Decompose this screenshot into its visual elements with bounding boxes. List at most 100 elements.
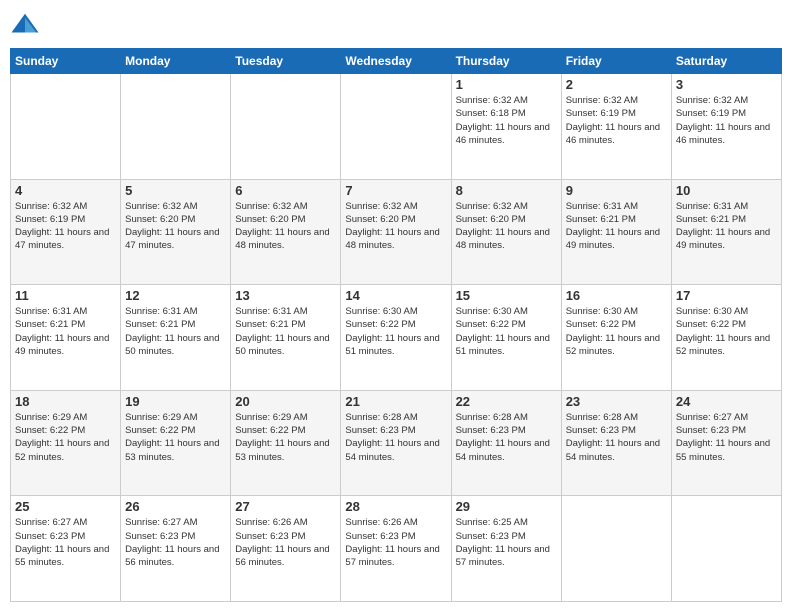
day-number: 3	[676, 77, 777, 92]
calendar-body: 1Sunrise: 6:32 AMSunset: 6:18 PMDaylight…	[11, 74, 782, 602]
day-cell: 12 Sunrise: 6:31 AMSunset: 6:21 PMDayligh…	[121, 285, 231, 391]
day-cell: 25 Sunrise: 6:27 AMSunset: 6:23 PMDayligh…	[11, 496, 121, 602]
day-info: Sunrise: 6:32 AMSunset: 6:19 PMDaylight:…	[566, 94, 667, 147]
day-cell	[561, 496, 671, 602]
day-number: 15	[456, 288, 557, 303]
day-cell: 8 Sunrise: 6:32 AMSunset: 6:20 PMDaylight…	[451, 179, 561, 285]
day-info: Sunrise: 6:30 AMSunset: 6:22 PMDaylight:…	[566, 305, 667, 358]
day-number: 5	[125, 183, 226, 198]
day-info: Sunrise: 6:31 AMSunset: 6:21 PMDaylight:…	[235, 305, 336, 358]
logo-icon	[10, 10, 40, 40]
day-cell: 23 Sunrise: 6:28 AMSunset: 6:23 PMDayligh…	[561, 390, 671, 496]
day-cell	[341, 74, 451, 180]
day-cell: 29 Sunrise: 6:25 AMSunset: 6:23 PMDayligh…	[451, 496, 561, 602]
header-day-saturday: Saturday	[671, 49, 781, 74]
day-number: 13	[235, 288, 336, 303]
week-row-0: 1Sunrise: 6:32 AMSunset: 6:18 PMDaylight…	[11, 74, 782, 180]
header	[10, 10, 782, 40]
calendar-header: SundayMondayTuesdayWednesdayThursdayFrid…	[11, 49, 782, 74]
day-cell: 7 Sunrise: 6:32 AMSunset: 6:20 PMDaylight…	[341, 179, 451, 285]
day-number: 12	[125, 288, 226, 303]
day-cell: 14Sunrise: 6:30 AMSunset: 6:22 PMDayligh…	[341, 285, 451, 391]
day-info: Sunrise: 6:27 AMSunset: 6:23 PMDaylight:…	[125, 516, 226, 569]
day-number: 10	[676, 183, 777, 198]
header-day-wednesday: Wednesday	[341, 49, 451, 74]
day-number: 26	[125, 499, 226, 514]
day-cell	[121, 74, 231, 180]
day-info: Sunrise: 6:30 AMSunset: 6:22 PMDaylight:…	[345, 305, 446, 358]
day-number: 11	[15, 288, 116, 303]
day-number: 17	[676, 288, 777, 303]
day-info: Sunrise: 6:27 AMSunset: 6:23 PMDaylight:…	[676, 411, 777, 464]
day-number: 25	[15, 499, 116, 514]
week-row-4: 25 Sunrise: 6:27 AMSunset: 6:23 PMDayligh…	[11, 496, 782, 602]
day-number: 9	[566, 183, 667, 198]
day-info: Sunrise: 6:31 AMSunset: 6:21 PMDaylight:…	[15, 305, 116, 358]
day-cell: 1Sunrise: 6:32 AMSunset: 6:18 PMDaylight…	[451, 74, 561, 180]
header-day-thursday: Thursday	[451, 49, 561, 74]
day-info: Sunrise: 6:30 AMSunset: 6:22 PMDaylight:…	[676, 305, 777, 358]
day-number: 16	[566, 288, 667, 303]
day-cell: 27 Sunrise: 6:26 AMSunset: 6:23 PMDayligh…	[231, 496, 341, 602]
day-number: 2	[566, 77, 667, 92]
day-number: 8	[456, 183, 557, 198]
day-info: Sunrise: 6:26 AMSunset: 6:23 PMDaylight:…	[235, 516, 336, 569]
week-row-2: 11 Sunrise: 6:31 AMSunset: 6:21 PMDayligh…	[11, 285, 782, 391]
header-day-monday: Monday	[121, 49, 231, 74]
day-cell: 5 Sunrise: 6:32 AMSunset: 6:20 PMDaylight…	[121, 179, 231, 285]
day-cell	[671, 496, 781, 602]
day-info: Sunrise: 6:29 AMSunset: 6:22 PMDaylight:…	[15, 411, 116, 464]
header-day-tuesday: Tuesday	[231, 49, 341, 74]
day-info: Sunrise: 6:27 AMSunset: 6:23 PMDaylight:…	[15, 516, 116, 569]
day-cell: 4Sunrise: 6:32 AMSunset: 6:19 PMDaylight…	[11, 179, 121, 285]
day-number: 29	[456, 499, 557, 514]
day-cell: 21 Sunrise: 6:28 AMSunset: 6:23 PMDayligh…	[341, 390, 451, 496]
day-info: Sunrise: 6:28 AMSunset: 6:23 PMDaylight:…	[345, 411, 446, 464]
day-info: Sunrise: 6:31 AMSunset: 6:21 PMDaylight:…	[566, 200, 667, 253]
day-number: 22	[456, 394, 557, 409]
day-cell: 24 Sunrise: 6:27 AMSunset: 6:23 PMDayligh…	[671, 390, 781, 496]
header-row: SundayMondayTuesdayWednesdayThursdayFrid…	[11, 49, 782, 74]
day-cell: 17 Sunrise: 6:30 AMSunset: 6:22 PMDayligh…	[671, 285, 781, 391]
day-cell: 13 Sunrise: 6:31 AMSunset: 6:21 PMDayligh…	[231, 285, 341, 391]
day-number: 20	[235, 394, 336, 409]
day-number: 4	[15, 183, 116, 198]
header-day-sunday: Sunday	[11, 49, 121, 74]
day-cell	[11, 74, 121, 180]
page: SundayMondayTuesdayWednesdayThursdayFrid…	[0, 0, 792, 612]
day-cell: 3 Sunrise: 6:32 AMSunset: 6:19 PMDaylight…	[671, 74, 781, 180]
day-cell: 22 Sunrise: 6:28 AMSunset: 6:23 PMDayligh…	[451, 390, 561, 496]
day-number: 27	[235, 499, 336, 514]
day-cell: 11 Sunrise: 6:31 AMSunset: 6:21 PMDayligh…	[11, 285, 121, 391]
day-number: 24	[676, 394, 777, 409]
day-info: Sunrise: 6:29 AMSunset: 6:22 PMDaylight:…	[235, 411, 336, 464]
day-info: Sunrise: 6:32 AMSunset: 6:20 PMDaylight:…	[345, 200, 446, 253]
day-info: Sunrise: 6:30 AMSunset: 6:22 PMDaylight:…	[456, 305, 557, 358]
day-info: Sunrise: 6:28 AMSunset: 6:23 PMDaylight:…	[566, 411, 667, 464]
day-cell: 9 Sunrise: 6:31 AMSunset: 6:21 PMDaylight…	[561, 179, 671, 285]
day-cell: 18Sunrise: 6:29 AMSunset: 6:22 PMDayligh…	[11, 390, 121, 496]
header-day-friday: Friday	[561, 49, 671, 74]
day-info: Sunrise: 6:32 AMSunset: 6:19 PMDaylight:…	[676, 94, 777, 147]
day-info: Sunrise: 6:25 AMSunset: 6:23 PMDaylight:…	[456, 516, 557, 569]
day-info: Sunrise: 6:32 AMSunset: 6:20 PMDaylight:…	[235, 200, 336, 253]
day-info: Sunrise: 6:32 AMSunset: 6:18 PMDaylight:…	[456, 94, 557, 147]
day-number: 6	[235, 183, 336, 198]
day-cell: 28 Sunrise: 6:26 AMSunset: 6:23 PMDayligh…	[341, 496, 451, 602]
week-row-3: 18Sunrise: 6:29 AMSunset: 6:22 PMDayligh…	[11, 390, 782, 496]
day-cell: 20 Sunrise: 6:29 AMSunset: 6:22 PMDayligh…	[231, 390, 341, 496]
day-cell: 16 Sunrise: 6:30 AMSunset: 6:22 PMDayligh…	[561, 285, 671, 391]
day-info: Sunrise: 6:31 AMSunset: 6:21 PMDaylight:…	[676, 200, 777, 253]
day-number: 28	[345, 499, 446, 514]
day-info: Sunrise: 6:32 AMSunset: 6:20 PMDaylight:…	[456, 200, 557, 253]
day-info: Sunrise: 6:32 AMSunset: 6:20 PMDaylight:…	[125, 200, 226, 253]
day-number: 7	[345, 183, 446, 198]
day-info: Sunrise: 6:31 AMSunset: 6:21 PMDaylight:…	[125, 305, 226, 358]
day-number: 21	[345, 394, 446, 409]
day-info: Sunrise: 6:26 AMSunset: 6:23 PMDaylight:…	[345, 516, 446, 569]
day-info: Sunrise: 6:28 AMSunset: 6:23 PMDaylight:…	[456, 411, 557, 464]
day-number: 23	[566, 394, 667, 409]
day-number: 19	[125, 394, 226, 409]
day-info: Sunrise: 6:29 AMSunset: 6:22 PMDaylight:…	[125, 411, 226, 464]
week-row-1: 4Sunrise: 6:32 AMSunset: 6:19 PMDaylight…	[11, 179, 782, 285]
